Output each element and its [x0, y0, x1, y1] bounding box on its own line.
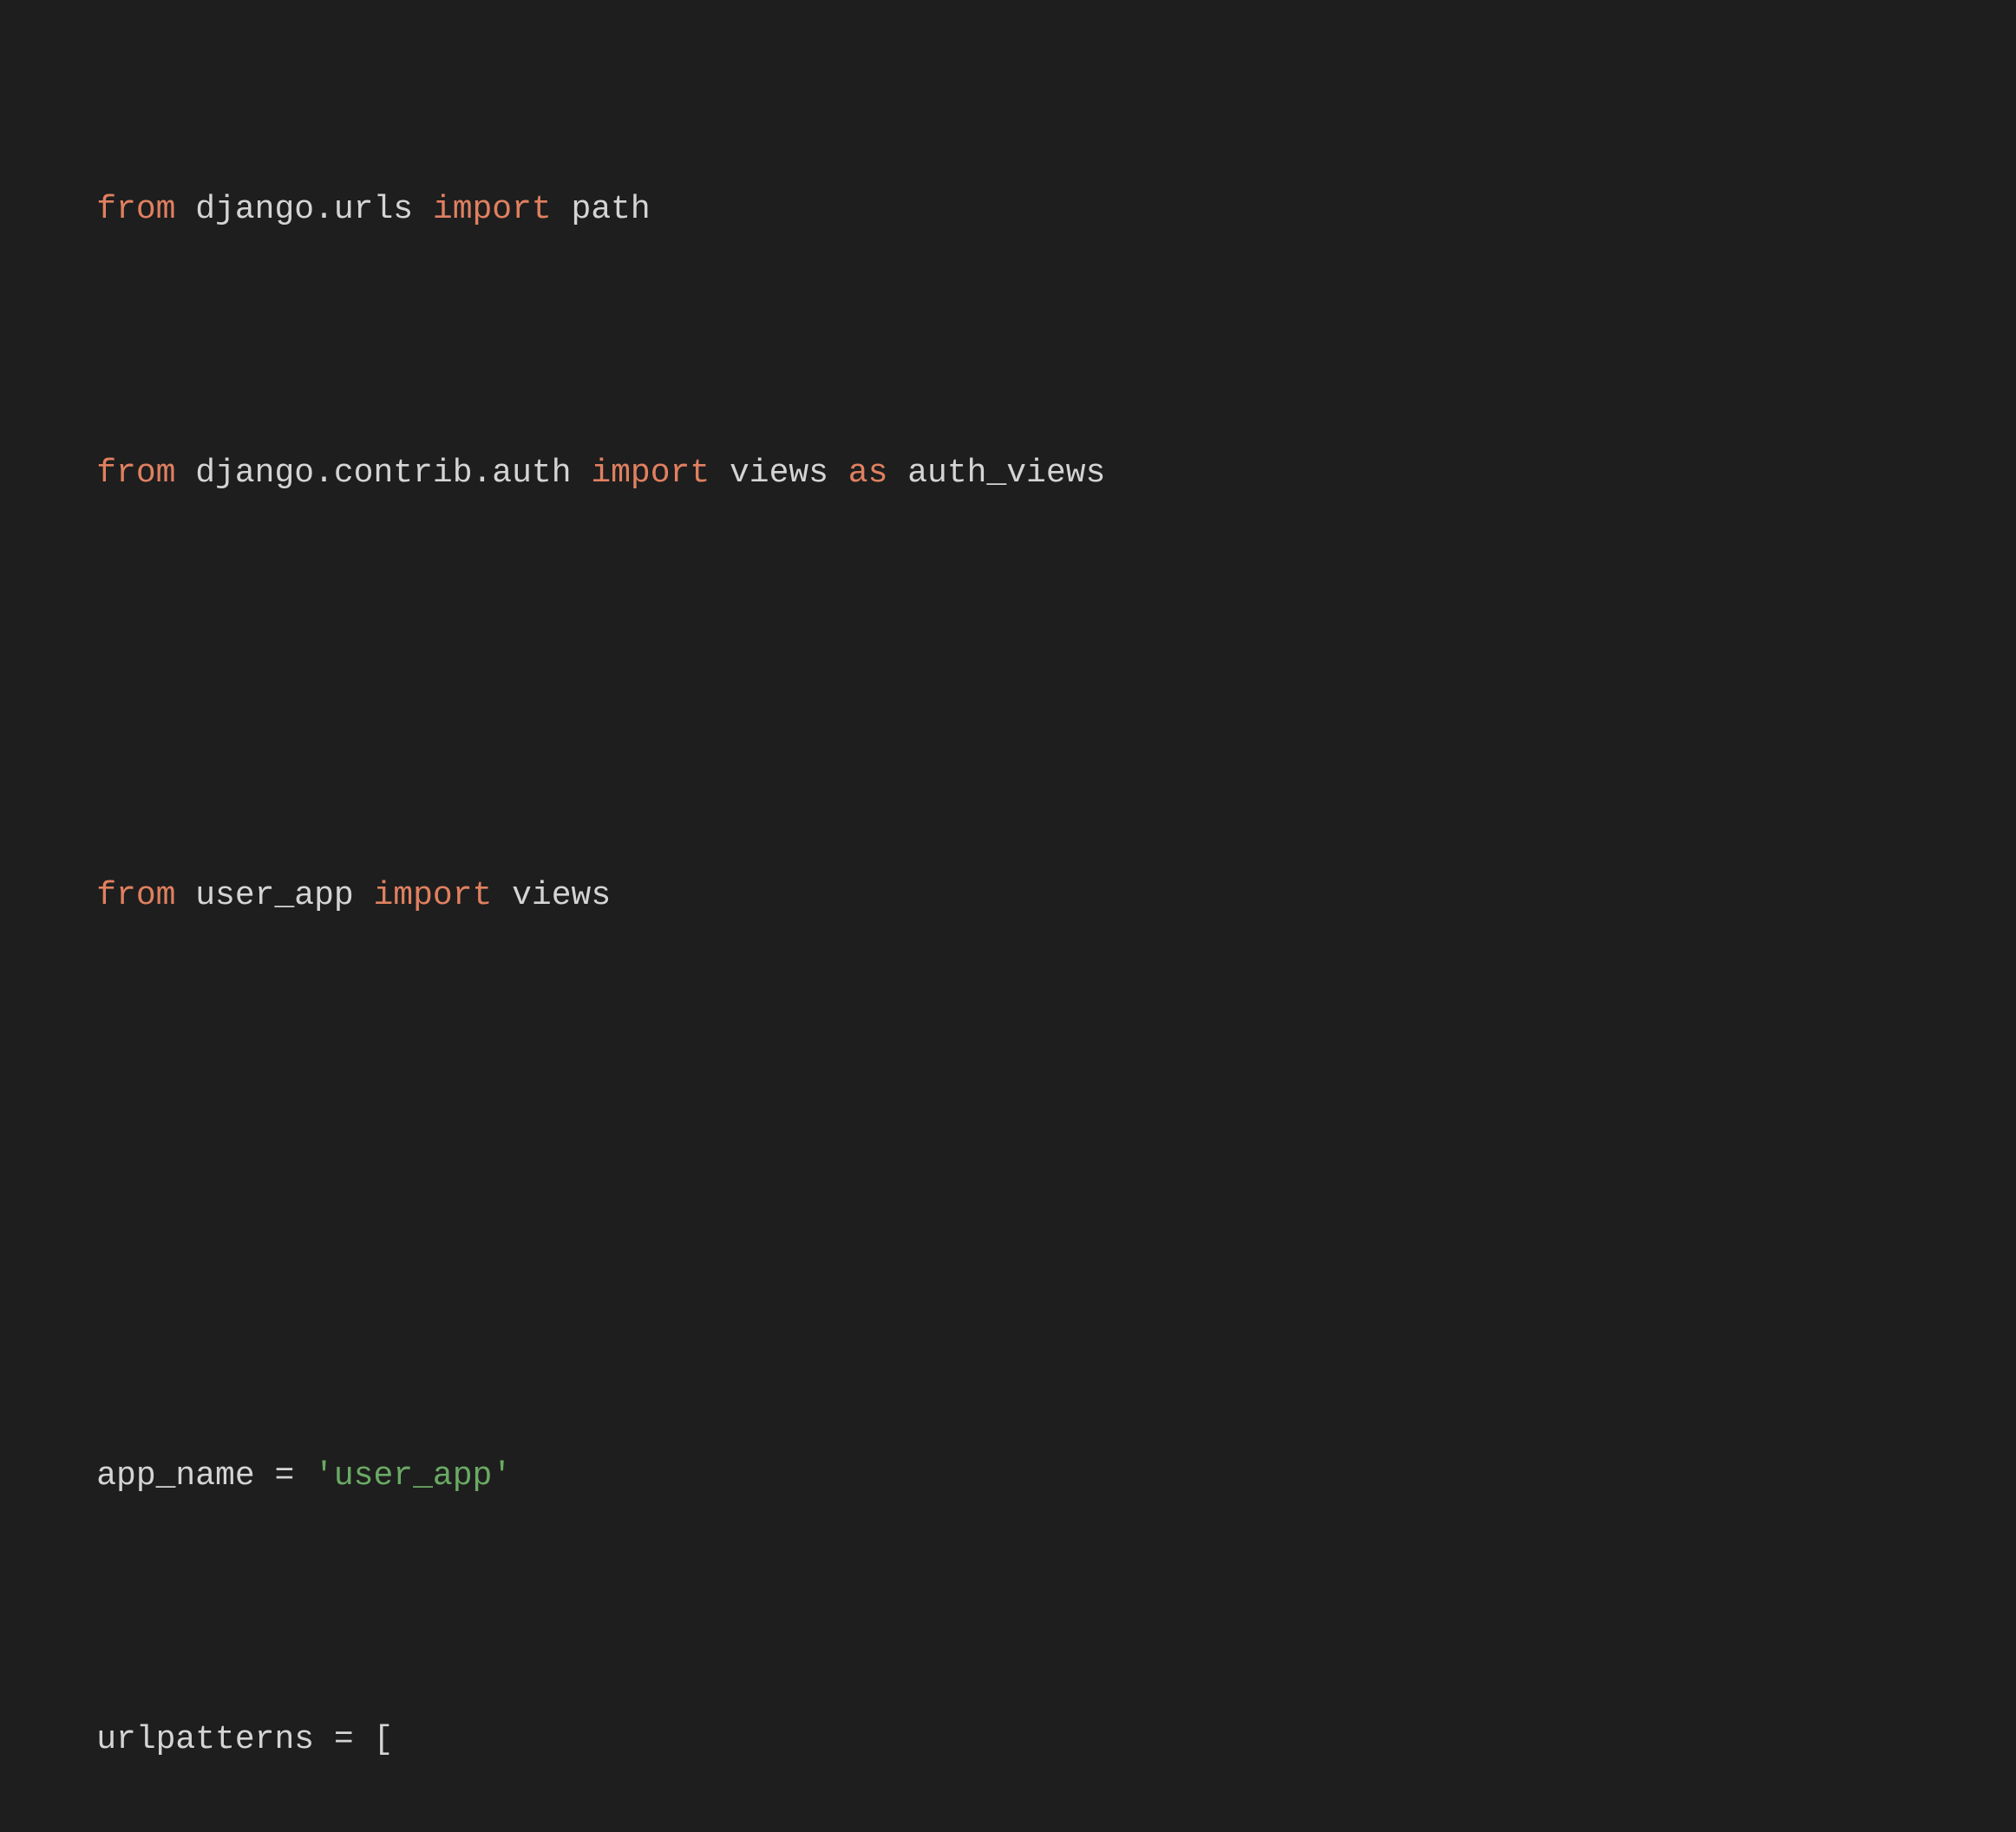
keyword-import-1: import: [433, 191, 552, 228]
keyword-import-2: import: [591, 455, 710, 492]
code-line-3: from user_app import views: [17, 817, 1999, 975]
keyword-from-3: from: [96, 877, 175, 914]
string-user-app: 'user_app': [314, 1457, 512, 1495]
module-name-2: django.contrib.auth: [175, 455, 591, 492]
code-editor: from django.urls import path from django…: [17, 26, 1999, 1832]
var-app-name: app_name =: [96, 1457, 314, 1495]
urlpatterns-open: urlpatterns = [: [96, 1721, 393, 1758]
import-name-2: views: [710, 455, 848, 492]
import-name-3: views: [492, 877, 611, 914]
keyword-from-1: from: [96, 191, 175, 228]
import-name-1: path: [552, 191, 651, 228]
keyword-as: as: [848, 455, 888, 492]
keyword-import-3: import: [373, 877, 492, 914]
code-line-4: app_name = 'user_app': [17, 1397, 1999, 1555]
code-line-1: from django.urls import path: [17, 132, 1999, 290]
blank-line-1: [17, 659, 1999, 712]
alias-name: auth_views: [887, 455, 1105, 492]
module-name-1: django.urls: [175, 191, 432, 228]
module-name-3: user_app: [175, 877, 373, 914]
blank-line-3: [17, 1239, 1999, 1292]
blank-line-2: [17, 1081, 1999, 1134]
keyword-from-2: from: [96, 455, 175, 492]
code-line-2: from django.contrib.auth import views as…: [17, 396, 1999, 553]
code-line-5: urlpatterns = [: [17, 1661, 1999, 1819]
